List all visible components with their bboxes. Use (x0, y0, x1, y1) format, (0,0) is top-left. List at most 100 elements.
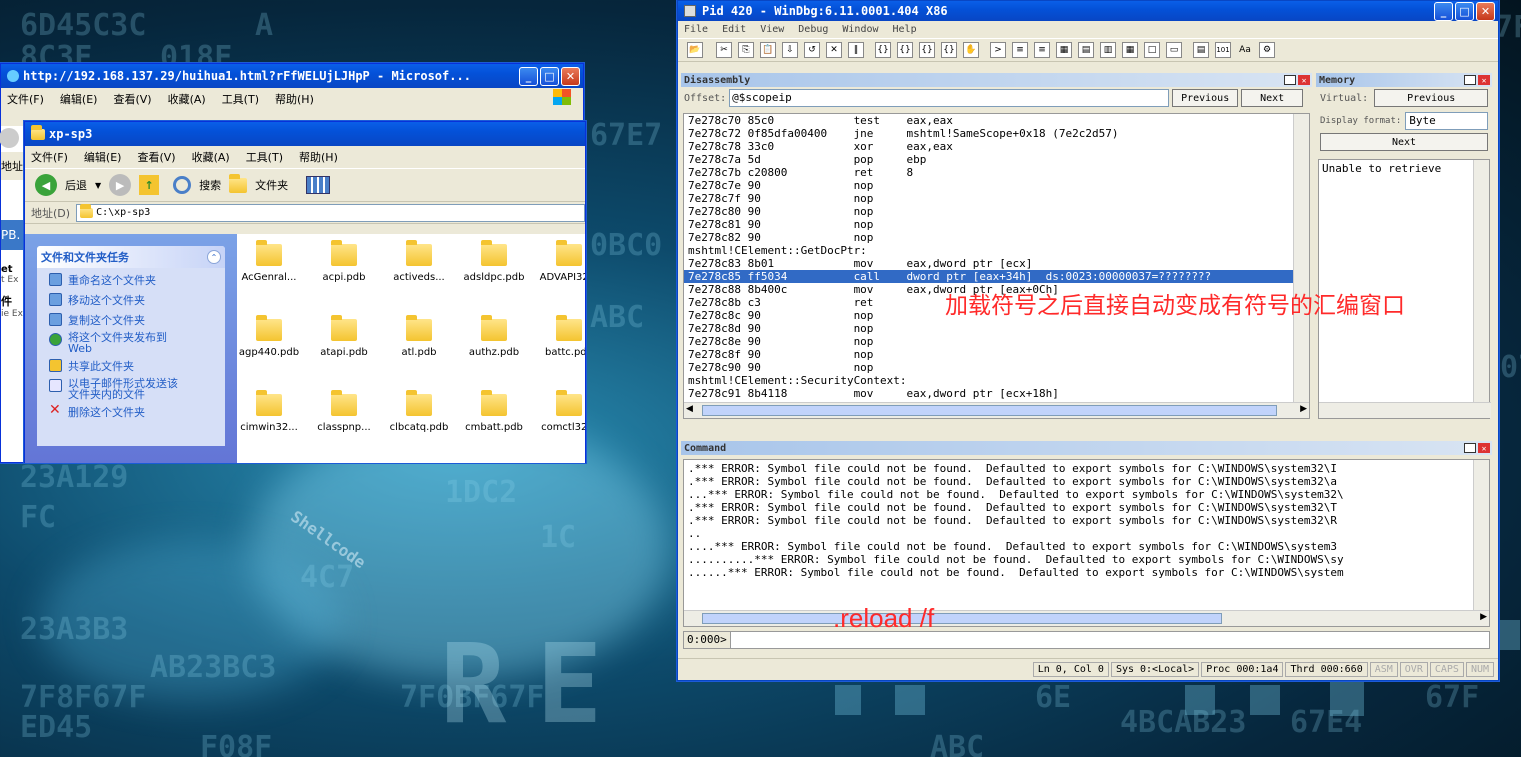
command-horizontal-scrollbar[interactable]: ▶ (684, 610, 1489, 626)
font-icon[interactable]: Aa (1237, 42, 1253, 58)
command-input[interactable] (731, 632, 1489, 648)
file-item[interactable]: atapi.pdb (308, 315, 380, 358)
file-item[interactable]: agp440.pdb (237, 315, 305, 358)
menu-window[interactable]: Window (842, 24, 878, 35)
scroll-left-icon[interactable]: ◀ (686, 404, 693, 414)
file-item[interactable]: battc.pdb (533, 315, 585, 358)
step-into-icon[interactable]: {} (875, 42, 891, 58)
stop-icon[interactable]: ✕ (826, 42, 842, 58)
folders-icon[interactable] (229, 173, 248, 193)
run-to-cursor-icon[interactable]: {} (941, 42, 957, 58)
ie-menu-edit[interactable]: 编辑(E) (60, 91, 98, 107)
step-over-icon[interactable]: {} (897, 42, 913, 58)
locals-icon[interactable]: ≡ (1034, 42, 1050, 58)
ie-menu-tools[interactable]: 工具(T) (222, 91, 259, 107)
file-item[interactable]: AcGenral... (237, 240, 305, 283)
break-icon[interactable]: ‖ (848, 42, 864, 58)
explorer-title-bar[interactable]: xp-sp3 (25, 122, 585, 146)
explorer-menu-favorites[interactable]: 收藏(A) (192, 149, 230, 165)
disasm-row[interactable]: 7e278c7f 90 nop (684, 192, 1309, 205)
options-icon[interactable]: ⚙ (1259, 42, 1275, 58)
step-out-icon[interactable]: {} (919, 42, 935, 58)
watch-icon[interactable]: ≡ (1012, 42, 1028, 58)
disassembly-content[interactable]: 7e278c70 85c0 test eax,eax 7e278c72 0f85d… (683, 113, 1310, 419)
file-item[interactable]: classpnp... (308, 390, 380, 433)
paste-icon[interactable]: 📋 (760, 42, 776, 58)
search-button-label[interactable]: 搜索 (199, 177, 221, 193)
file-item[interactable]: ADVAPI32... (533, 240, 585, 283)
go-icon[interactable]: ⇩ (782, 42, 798, 58)
cut-icon[interactable]: ✂ (716, 42, 732, 58)
explorer-window[interactable]: xp-sp3 文件(F) 编辑(E) 查看(V) 收藏(A) 工具(T) 帮助(… (24, 121, 586, 463)
task-copy[interactable]: 复制这个文件夹 (49, 312, 225, 328)
maximize-icon[interactable]: □ (540, 66, 559, 86)
command-output[interactable]: .*** ERROR: Symbol file could not be fou… (683, 459, 1490, 627)
pane-menu-icon[interactable] (1284, 75, 1296, 85)
menu-file[interactable]: File (684, 24, 708, 35)
memory-vertical-scrollbar[interactable] (1473, 160, 1489, 404)
hex-mode-icon[interactable]: 101 (1215, 42, 1231, 58)
disasm-row[interactable]: 7e278c85 ff5034 call dword ptr [eax+34h]… (684, 270, 1309, 283)
address-input[interactable]: C:\xp-sp3 (76, 203, 585, 222)
explorer-menu-tools[interactable]: 工具(T) (246, 149, 283, 165)
file-item[interactable]: activeds... (383, 240, 455, 283)
open-icon[interactable]: 📂 (687, 42, 703, 58)
maximize-icon[interactable]: □ (1455, 1, 1474, 21)
pane-menu-icon[interactable] (1464, 75, 1476, 85)
copy-icon[interactable]: ⎘ (738, 42, 754, 58)
task-publish[interactable]: 将这个文件夹发布到 Web (49, 332, 225, 354)
registers-icon[interactable]: ▦ (1056, 42, 1072, 58)
disasm-horizontal-scrollbar[interactable]: ◀ ▶ (684, 402, 1309, 418)
file-item[interactable]: atl.pdb (383, 315, 455, 358)
task-rename[interactable]: 重命名这个文件夹 (49, 272, 225, 288)
menu-help[interactable]: Help (893, 24, 917, 35)
command-window-icon[interactable]: > (990, 42, 1006, 58)
pane-close-icon[interactable]: ✕ (1478, 443, 1490, 453)
ie-menu-help[interactable]: 帮助(H) (275, 91, 314, 107)
views-icon[interactable] (306, 176, 331, 194)
disassembly-icon[interactable]: ▦ (1122, 42, 1138, 58)
search-icon[interactable] (173, 176, 192, 194)
explorer-menu-file[interactable]: 文件(F) (31, 149, 68, 165)
explorer-menu-edit[interactable]: 编辑(E) (84, 149, 122, 165)
disasm-row[interactable]: 7e278c91 8b4118 mov eax,dword ptr [ecx+1… (684, 387, 1309, 400)
disasm-row[interactable]: 7e278c90 90 nop (684, 361, 1309, 374)
folders-button-label[interactable]: 文件夹 (255, 177, 288, 193)
forward-arrow-icon[interactable]: ▶ (109, 174, 132, 196)
disasm-vertical-scrollbar[interactable] (1293, 114, 1309, 404)
pane-close-icon[interactable]: ✕ (1478, 75, 1490, 85)
explorer-menu-help[interactable]: 帮助(H) (299, 149, 338, 165)
disasm-row[interactable]: 7e278c80 90 nop (684, 205, 1309, 218)
memory-next-button[interactable]: Next (1320, 133, 1488, 151)
disasm-symbol-label[interactable]: mshtml!CElement::SecurityContext: (684, 374, 1309, 387)
disasm-row[interactable]: 7e278c78 33c0 xor eax,eax (684, 140, 1309, 153)
back-button-label[interactable]: 后退 (65, 177, 87, 193)
disasm-row[interactable]: 7e278c70 85c0 test eax,eax (684, 114, 1309, 127)
task-move[interactable]: 移动这个文件夹 (49, 292, 225, 308)
memory-icon[interactable]: ▤ (1078, 42, 1094, 58)
restart-icon[interactable]: ↺ (804, 42, 820, 58)
pane-menu-icon[interactable] (1464, 443, 1476, 453)
disasm-row[interactable]: 7e278c81 90 nop (684, 218, 1309, 231)
disasm-symbol-label[interactable]: mshtml!CElement::GetDocPtr: (684, 244, 1309, 257)
memory-horizontal-scrollbar[interactable] (1319, 402, 1491, 418)
task-delete[interactable]: ✕ 删除这个文件夹 (49, 403, 225, 420)
scratch-pad-icon[interactable]: □ (1144, 42, 1160, 58)
file-item[interactable]: authz.pdb (458, 315, 530, 358)
menu-debug[interactable]: Debug (798, 24, 828, 35)
offset-input[interactable]: @$scopeip (729, 89, 1170, 107)
close-icon[interactable]: ✕ (1476, 1, 1495, 21)
disasm-row[interactable]: 7e278c82 90 nop (684, 231, 1309, 244)
processes-icon[interactable]: ▭ (1166, 42, 1182, 58)
menu-edit[interactable]: Edit (722, 24, 746, 35)
close-icon[interactable]: ✕ (561, 66, 580, 86)
file-item[interactable]: comctl32... (533, 390, 585, 433)
file-item[interactable]: clbcatq.pdb (383, 390, 455, 433)
command-vertical-scrollbar[interactable] (1473, 460, 1489, 612)
ie-menu-file[interactable]: 文件(F) (7, 91, 44, 107)
pane-close-icon[interactable]: ✕ (1298, 75, 1310, 85)
disasm-next-button[interactable]: Next (1241, 89, 1304, 107)
memory-previous-button[interactable]: Previous (1374, 89, 1489, 107)
menu-view[interactable]: View (760, 24, 784, 35)
ie-menu-favorites[interactable]: 收藏(A) (168, 91, 206, 107)
